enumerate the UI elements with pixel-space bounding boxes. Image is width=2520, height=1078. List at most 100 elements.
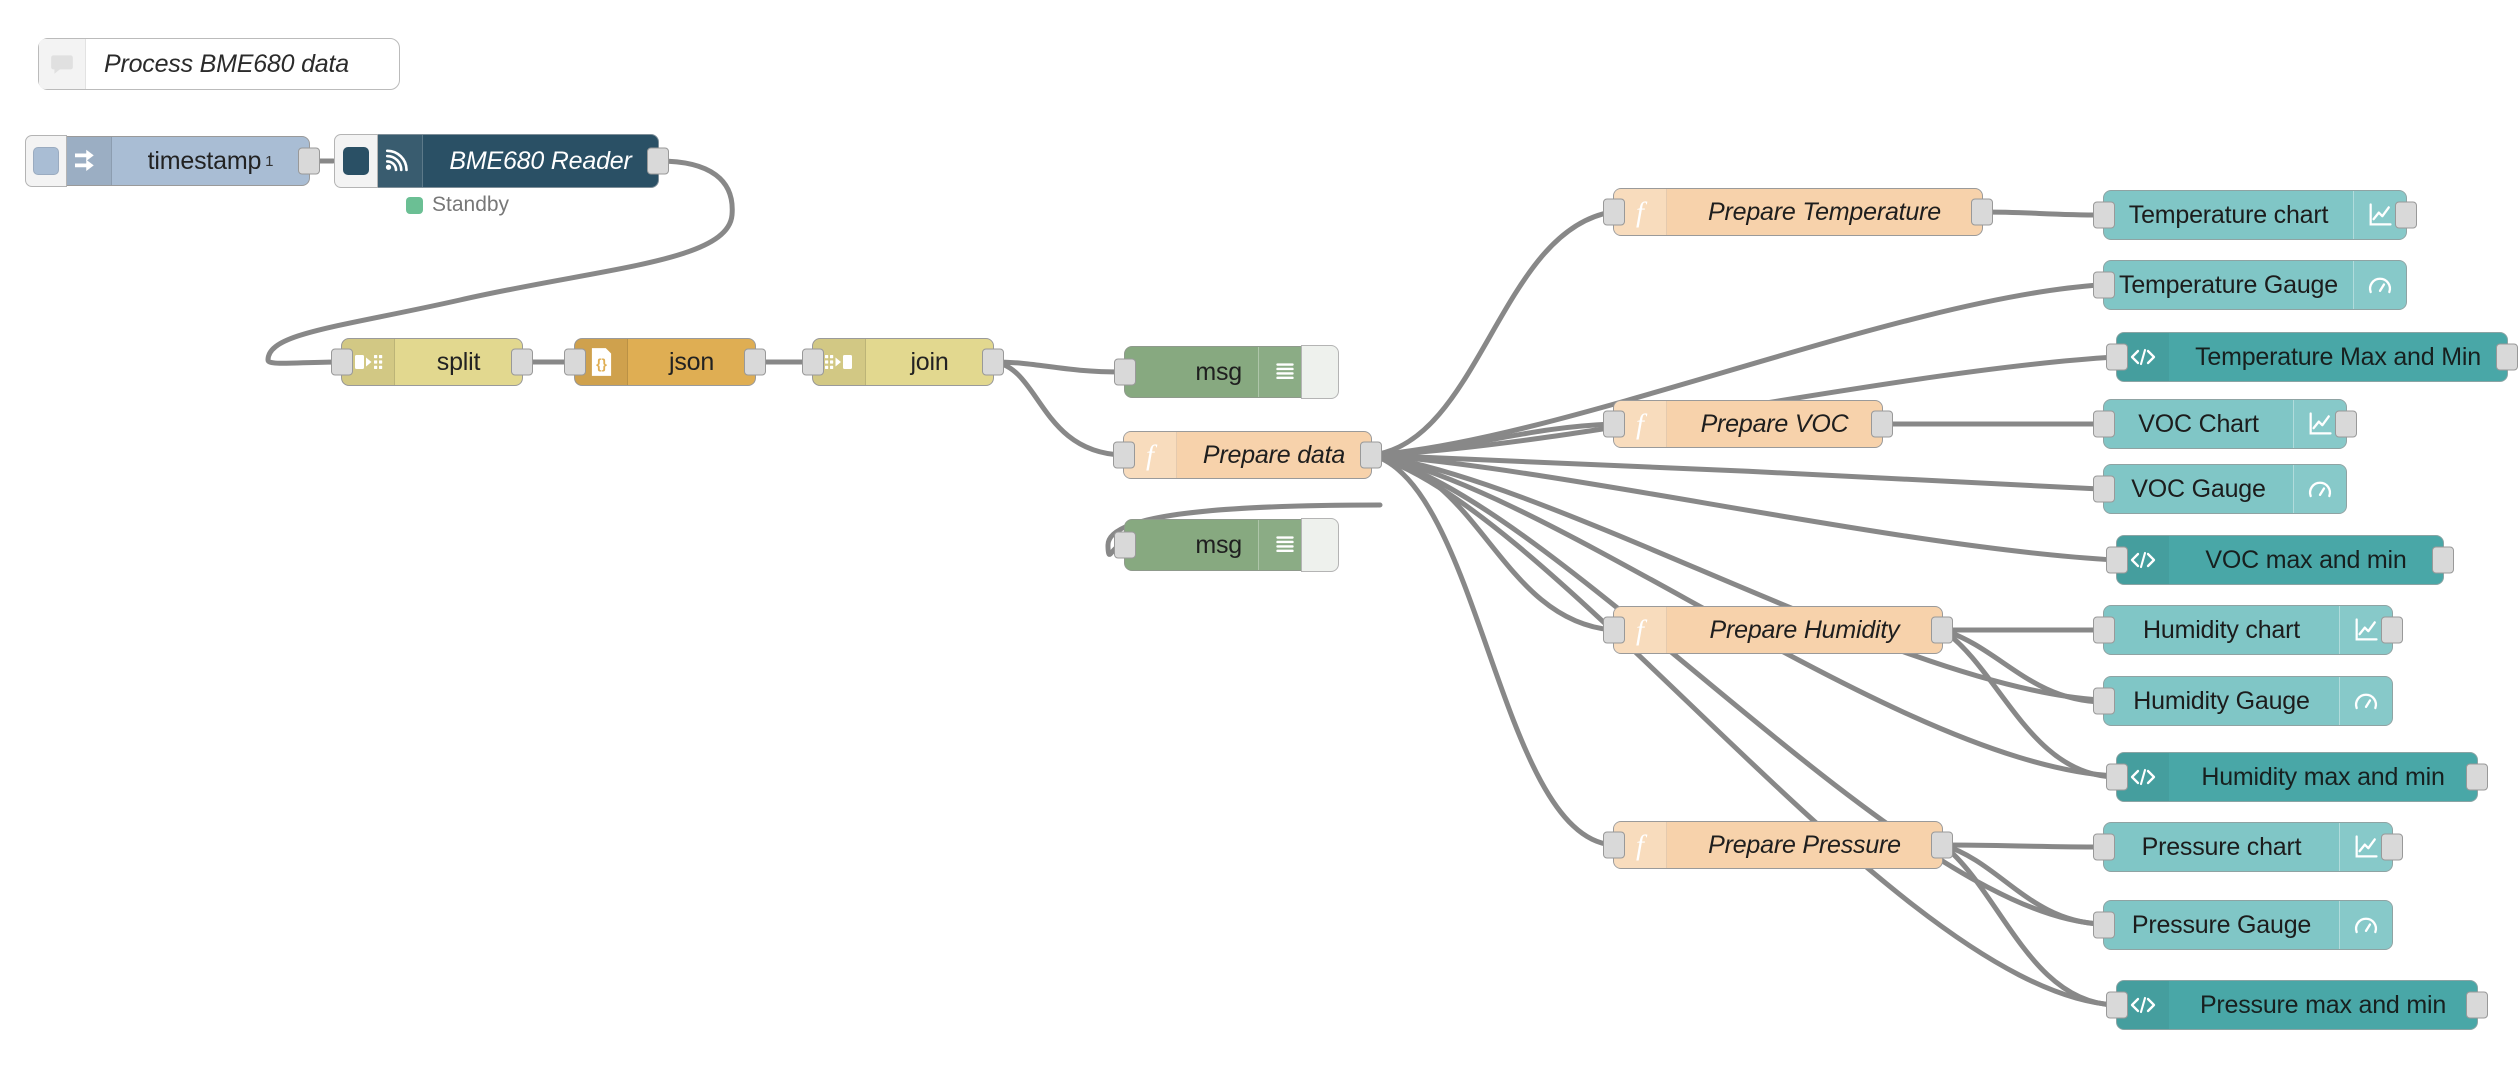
debug-node-2[interactable]: msg [1114,518,1339,572]
prepare-voc-input-port[interactable] [1603,410,1625,438]
wire-prepare-humidity-to-gauge [1940,627,2105,705]
prepare-data-input-port[interactable] [1113,441,1135,469]
pressure-maxmin-label: Pressure max and min [2199,990,2447,1019]
humidity-maxmin-input-port[interactable] [2106,763,2128,791]
prepare-voc-label: Prepare VOC [1700,409,1849,438]
inject-label-text: timestamp [147,146,262,175]
humidity-chart-node[interactable]: Humidity chart [2093,605,2403,655]
split-output-port[interactable] [511,348,533,376]
wire-sensor-to-split [265,158,735,366]
inject-output-port[interactable] [298,147,320,175]
pressure-maxmin-node[interactable]: Pressure max and min [2106,980,2488,1030]
temperature-gauge-node[interactable]: Temperature Gauge [2093,260,2407,310]
humidity-gauge-input-port[interactable] [2093,687,2115,715]
voc-maxmin-label: VOC max and min [2205,545,2407,574]
prepare-voc-output-port[interactable] [1871,410,1893,438]
prepare-data-node[interactable]: f Prepare data [1113,431,1382,479]
temperature-chart-label: Temperature chart [2128,200,2329,229]
pressure-chart-node[interactable]: Pressure chart [2093,822,2403,872]
prepare-humidity-node[interactable]: f Prepare Humidity [1603,606,1953,654]
temperature-maxmin-output-port[interactable] [2496,343,2518,371]
split-node[interactable]: split [331,338,533,386]
humidity-maxmin-label: Humidity max and min [2201,762,2445,791]
json-output-port[interactable] [744,348,766,376]
prepare-data-output-port[interactable] [1360,441,1382,469]
humidity-chart-output-port[interactable] [2381,616,2403,644]
svg-text:f: f [1636,615,1648,646]
prepare-temperature-output-port[interactable] [1971,198,1993,226]
debug-toggle-button-1[interactable] [1301,345,1339,399]
humidity-chart-label: Humidity chart [2143,615,2300,644]
voc-chart-node[interactable]: VOC Chart [2093,399,2357,449]
prepare-pressure-output-port[interactable] [1931,831,1953,859]
voc-maxmin-input-port[interactable] [2106,546,2128,574]
prepare-voc-node[interactable]: f Prepare VOC [1603,400,1893,448]
gauge-icon [2339,677,2392,725]
sensor-output-port[interactable] [647,147,669,175]
flow-canvas[interactable]: Process BME680 data timestamp 1 BME680 Re… [0,0,2520,1078]
wire-join-to-preparedata [991,359,1125,458]
humidity-maxmin-output-port[interactable] [2466,763,2488,791]
temperature-gauge-input-port[interactable] [2093,271,2115,299]
humidity-chart-input-port[interactable] [2093,616,2115,644]
prepare-temperature-node[interactable]: f Prepare Temperature [1603,188,1993,236]
voc-chart-input-port[interactable] [2093,410,2115,438]
inject-node[interactable]: timestamp 1 [25,135,320,187]
inject-trigger-button[interactable] [25,135,67,187]
prepare-pressure-node[interactable]: f Prepare Pressure [1603,821,1953,869]
voc-maxmin-node[interactable]: VOC max and min [2106,535,2454,585]
voc-gauge-node[interactable]: VOC Gauge [2093,464,2347,514]
json-input-port[interactable] [564,348,586,376]
voc-maxmin-output-port[interactable] [2432,546,2454,574]
svg-text:f: f [1636,830,1648,861]
pressure-maxmin-output-port[interactable] [2466,991,2488,1019]
voc-chart-output-port[interactable] [2335,410,2357,438]
join-node[interactable]: join [802,338,1004,386]
prepare-humidity-output-port[interactable] [1931,616,1953,644]
debug-toggle-button-2[interactable] [1301,518,1339,572]
wire-preparedata-to-prepare-voc [1369,421,1615,458]
temperature-maxmin-node[interactable]: Temperature Max and Min [2106,332,2518,382]
svg-text:f: f [1636,409,1648,440]
prepare-pressure-input-port[interactable] [1603,831,1625,859]
join-input-port[interactable] [802,348,824,376]
json-label: json [668,347,715,376]
pressure-gauge-input-port[interactable] [2093,911,2115,939]
split-label: split [436,347,481,376]
sensor-status: Standby [406,193,509,217]
status-badge: Standby [432,193,510,216]
pressure-gauge-label: Pressure Gauge [2131,910,2312,939]
wire-preparedata-to-voc-maxmin [1369,452,2118,563]
comment-node[interactable]: Process BME680 data [38,38,400,90]
json-node[interactable]: {} json [564,338,766,386]
temperature-maxmin-input-port[interactable] [2106,343,2128,371]
temperature-chart-node[interactable]: Temperature chart [2093,190,2417,240]
prepare-temperature-input-port[interactable] [1603,198,1625,226]
wire-preparedata-to-pressure-maxmin [1369,452,2118,1008]
temperature-chart-output-port[interactable] [2395,201,2417,229]
pressure-chart-input-port[interactable] [2093,833,2115,861]
pressure-chart-output-port[interactable] [2381,833,2403,861]
pressure-gauge-node[interactable]: Pressure Gauge [2093,900,2393,950]
debug-input-port-1[interactable] [1114,358,1136,386]
join-output-port[interactable] [982,348,1004,376]
prepare-data-label: Prepare data [1202,440,1346,469]
debug-node-1[interactable]: msg [1114,345,1339,399]
humidity-gauge-node[interactable]: Humidity Gauge [2093,676,2393,726]
join-label: join [910,347,949,376]
voc-gauge-input-port[interactable] [2093,475,2115,503]
prepare-humidity-input-port[interactable] [1603,616,1625,644]
wire-preparedata-to-humidity-gauge [1369,452,2103,703]
humidity-gauge-label: Humidity Gauge [2133,686,2310,715]
bme680-reader-node[interactable]: BME680 Reader Standby [334,134,669,216]
sensor-label: BME680 Reader [449,146,632,175]
temperature-chart-input-port[interactable] [2093,201,2115,229]
pressure-maxmin-input-port[interactable] [2106,991,2128,1019]
wire-preparedata-to-prepare-humidity [1369,452,1615,633]
sensor-trigger-button[interactable] [334,134,378,188]
split-input-port[interactable] [331,348,353,376]
debug-label-1: msg [1195,357,1242,386]
comment-icon [39,39,86,89]
humidity-maxmin-node[interactable]: Humidity max and min [2106,752,2488,802]
debug-input-port-2[interactable] [1114,531,1136,559]
